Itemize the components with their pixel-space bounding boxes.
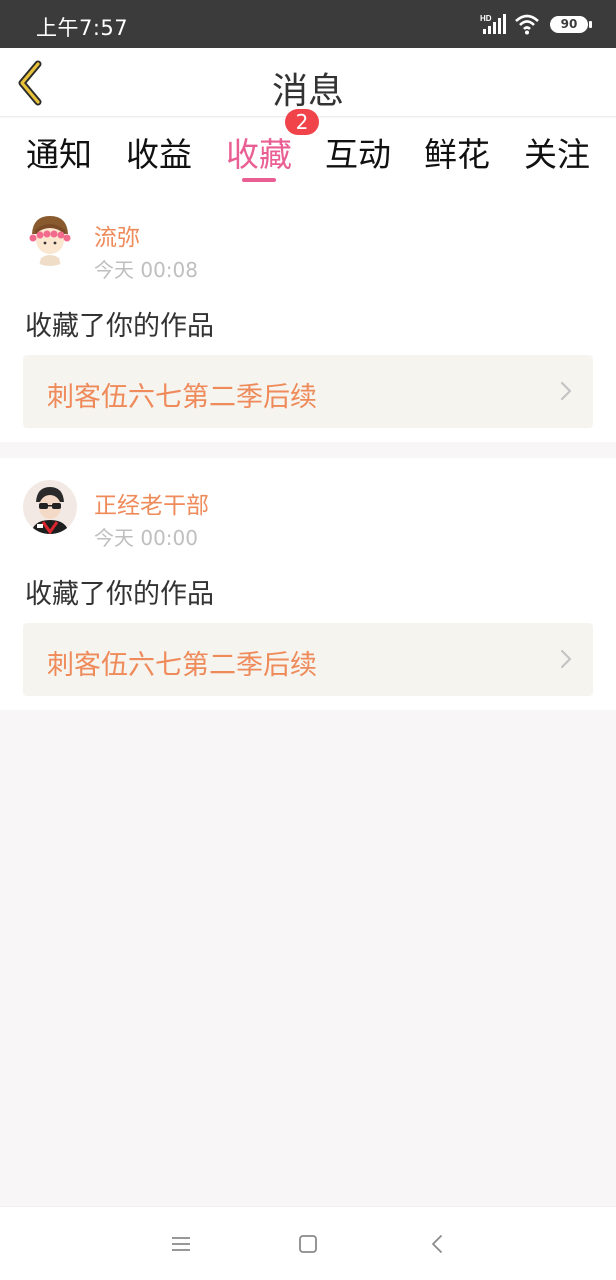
avatar[interactable] xyxy=(23,480,77,534)
header: 消息 xyxy=(0,48,616,117)
status-bar: 上午7:57 HD 90 xyxy=(0,0,616,48)
tab-interactions[interactable]: 互动 xyxy=(313,128,403,176)
svg-text:HD: HD xyxy=(480,14,492,23)
chevron-right-icon xyxy=(560,649,572,669)
chevron-right-icon xyxy=(560,381,572,401)
work-link[interactable]: 刺客伍六七第二季后续 xyxy=(23,623,593,696)
signal-icon: HD xyxy=(480,14,506,34)
tab-follows[interactable]: 关注 xyxy=(512,128,602,176)
square-home-icon[interactable] xyxy=(297,1233,319,1255)
avatar[interactable] xyxy=(23,212,77,266)
back-triangle-icon[interactable] xyxy=(427,1233,449,1255)
work-title: 刺客伍六七第二季后续 xyxy=(47,382,317,413)
menu-icon[interactable] xyxy=(170,1233,192,1255)
username[interactable]: 正经老干部 xyxy=(94,486,209,520)
action-text: 收藏了你的作品 xyxy=(25,311,214,342)
favorites-count-badge: 2 xyxy=(285,109,319,135)
avatar-image xyxy=(23,212,77,266)
tab-notifications[interactable]: 通知 xyxy=(14,128,104,176)
notification-card: 流弥 今天 00:08 收藏了你的作品 刺客伍六七第二季后续 xyxy=(0,190,616,442)
notification-card: 正经老干部 今天 00:00 收藏了你的作品 刺客伍六七第二季后续 xyxy=(0,458,616,710)
timestamp: 今天 00:08 xyxy=(94,258,198,282)
timestamp: 今天 00:00 xyxy=(94,526,198,550)
battery-tip xyxy=(589,21,592,28)
status-time: 上午7:57 xyxy=(36,16,129,40)
tab-earnings[interactable]: 收益 xyxy=(114,128,204,176)
wifi-icon xyxy=(515,14,539,35)
work-title: 刺客伍六七第二季后续 xyxy=(47,650,317,681)
username[interactable]: 流弥 xyxy=(94,218,140,252)
page-title: 消息 xyxy=(271,71,344,112)
battery-icon: 90 xyxy=(550,16,588,33)
active-tab-indicator xyxy=(242,178,276,182)
tab-flowers[interactable]: 鲜花 xyxy=(412,128,502,176)
tab-favorites[interactable]: 收藏 xyxy=(214,128,304,176)
system-nav-bar xyxy=(0,1206,616,1280)
status-icons: HD 90 xyxy=(480,14,594,36)
work-link[interactable]: 刺客伍六七第二季后续 xyxy=(23,355,593,428)
action-text: 收藏了你的作品 xyxy=(25,579,214,610)
avatar-image xyxy=(23,480,77,534)
